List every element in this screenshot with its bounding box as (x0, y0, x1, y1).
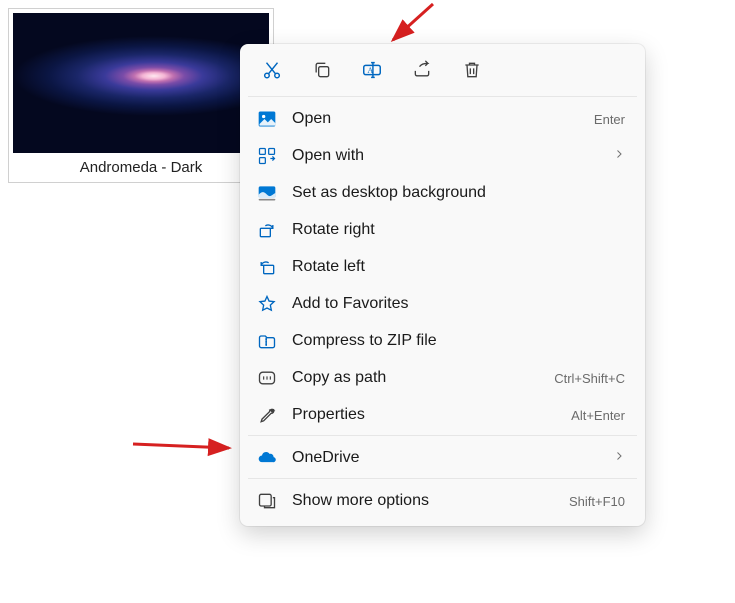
chevron-right-icon (613, 147, 625, 165)
menu-label: Compress to ZIP file (292, 332, 625, 350)
menu-label: Properties (292, 406, 557, 424)
desktop-background-icon (256, 182, 278, 204)
rotate-left-icon (256, 256, 278, 278)
menu-item-compress-zip[interactable]: Compress to ZIP file (244, 323, 641, 359)
menu-item-copy-path[interactable]: Copy as path Ctrl+Shift+C (244, 360, 641, 396)
show-more-icon (256, 490, 278, 512)
menu-shortcut: Ctrl+Shift+C (554, 371, 625, 386)
menu-label: OneDrive (292, 449, 599, 467)
chevron-right-icon (613, 449, 625, 467)
menu-label: Set as desktop background (292, 184, 625, 202)
file-thumbnail[interactable]: Andromeda - Dark (8, 8, 274, 183)
rename-icon: A (361, 59, 383, 81)
menu-label: Open with (292, 147, 599, 165)
context-menu-toolbar: A (240, 44, 645, 94)
onedrive-icon (256, 447, 278, 469)
menu-item-open[interactable]: Open Enter (244, 101, 641, 137)
menu-shortcut: Enter (594, 112, 625, 127)
copy-button[interactable] (308, 56, 336, 84)
rotate-right-icon (256, 219, 278, 241)
menu-item-favorites[interactable]: Add to Favorites (244, 286, 641, 322)
delete-button[interactable] (458, 56, 486, 84)
menu-label: Copy as path (292, 369, 540, 387)
image-icon (256, 108, 278, 130)
menu-label: Show more options (292, 492, 555, 510)
menu-label: Rotate left (292, 258, 625, 276)
svg-text:A: A (367, 66, 373, 75)
open-with-icon (256, 145, 278, 167)
menu-item-rotate-left[interactable]: Rotate left (244, 249, 641, 285)
file-name-label: Andromeda - Dark (13, 153, 269, 178)
menu-item-show-more[interactable]: Show more options Shift+F10 (244, 483, 641, 519)
menu-item-set-background[interactable]: Set as desktop background (244, 175, 641, 211)
share-button[interactable] (408, 56, 436, 84)
copy-icon (311, 59, 333, 81)
menu-label: Add to Favorites (292, 295, 625, 313)
menu-shortcut: Alt+Enter (571, 408, 625, 423)
menu-label: Rotate right (292, 221, 625, 239)
menu-item-properties[interactable]: Properties Alt+Enter (244, 397, 641, 433)
share-icon (411, 59, 433, 81)
copy-path-icon (256, 367, 278, 389)
annotation-arrow-left (125, 430, 245, 470)
zip-icon (256, 330, 278, 352)
menu-item-open-with[interactable]: Open with (244, 138, 641, 174)
menu-item-onedrive[interactable]: OneDrive (244, 440, 641, 476)
annotation-arrow-top (348, 0, 448, 50)
menu-label: Open (292, 110, 580, 128)
separator (248, 96, 637, 97)
context-menu: A (240, 44, 645, 526)
cut-button[interactable] (258, 56, 286, 84)
thumbnail-image (13, 13, 269, 153)
delete-icon (461, 59, 483, 81)
separator (248, 478, 637, 479)
menu-shortcut: Shift+F10 (569, 494, 625, 509)
properties-icon (256, 404, 278, 426)
separator (248, 435, 637, 436)
rename-button[interactable]: A (358, 56, 386, 84)
cut-icon (261, 59, 283, 81)
menu-item-rotate-right[interactable]: Rotate right (244, 212, 641, 248)
star-icon (256, 293, 278, 315)
